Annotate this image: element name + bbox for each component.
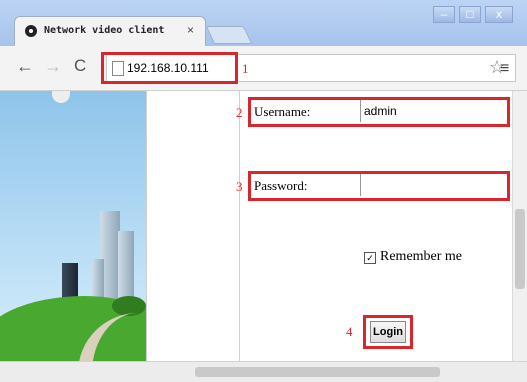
maximize-button[interactable]: □ (459, 6, 481, 23)
forward-arrow-icon[interactable]: → (44, 56, 62, 77)
browser-toolbar: ← → C 192.168.10.111 ☆ ≡ 1 (0, 46, 527, 91)
remember-me-checkbox[interactable]: ✓ Remember me (364, 249, 462, 265)
username-input[interactable]: admin (360, 100, 505, 122)
page-curl-decoration (52, 91, 70, 103)
browser-window: Network video client × – □ x ← → C 192.1… (0, 0, 527, 382)
callout-number-2: 2 (236, 105, 243, 120)
minimize-button[interactable]: – (433, 6, 455, 23)
callout-number-4: 4 (346, 324, 353, 339)
decorative-city-image (0, 91, 147, 361)
callout-number-1: 1 (242, 61, 249, 76)
close-window-button[interactable]: x (485, 6, 513, 23)
tab-title: Network video client (44, 25, 165, 36)
login-form: 2 Username: admin 3 Password: ✓ Remember … (236, 91, 512, 361)
new-tab-button[interactable] (205, 26, 253, 44)
horizontal-scrollbar[interactable] (0, 361, 527, 382)
callout-number-3: 3 (236, 179, 243, 194)
password-input[interactable] (360, 174, 505, 196)
title-bar: Network video client × – □ x (0, 0, 527, 46)
password-label: Password: (254, 178, 308, 193)
remember-me-label: Remember me (380, 249, 463, 264)
vertical-scrollbar-thumb[interactable] (515, 209, 525, 289)
browser-menu-icon[interactable]: ≡ (500, 60, 509, 78)
tab-network-video-client[interactable]: Network video client × (14, 16, 206, 46)
checkbox-checked-icon[interactable]: ✓ (364, 252, 376, 264)
reload-icon[interactable]: C (74, 56, 86, 76)
horizontal-scrollbar-thumb[interactable] (195, 367, 440, 377)
login-button[interactable]: Login (370, 321, 406, 343)
page-favicon-icon (25, 25, 37, 37)
callout-box-url (101, 52, 238, 84)
tab-close-icon[interactable]: × (187, 23, 194, 37)
blank-panel (147, 91, 240, 361)
vertical-scrollbar[interactable] (512, 91, 527, 361)
back-arrow-icon[interactable]: ← (16, 56, 34, 77)
page-content: 2 Username: admin 3 Password: ✓ Remember … (0, 91, 527, 361)
username-label: Username: (254, 104, 311, 119)
